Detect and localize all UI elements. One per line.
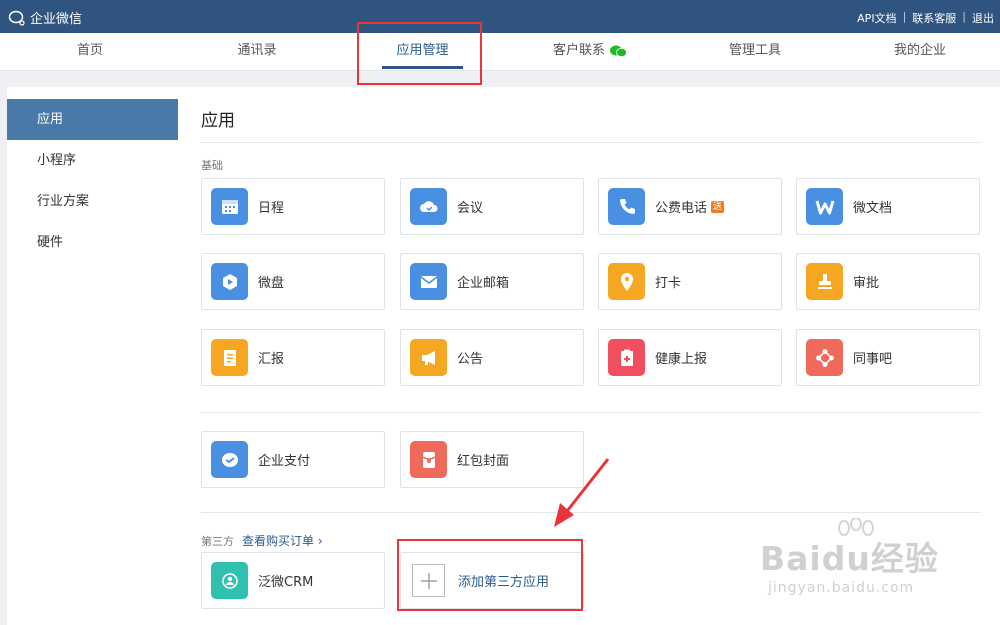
app-name: 公费电话 bbox=[655, 201, 708, 216]
sidebar-item-mini-programs[interactable]: 小程序 bbox=[7, 140, 178, 181]
divider bbox=[201, 142, 981, 143]
network-icon bbox=[806, 339, 843, 376]
sidebar-item-industry-solutions[interactable]: 行业方案 bbox=[7, 181, 178, 222]
app-name: 企业邮箱 bbox=[457, 276, 510, 291]
logout-link[interactable]: 退出 bbox=[966, 10, 1000, 26]
app-card-report[interactable]: 汇报 bbox=[201, 329, 385, 386]
divider bbox=[201, 412, 981, 413]
tab-label: 客户联系 bbox=[552, 43, 605, 58]
app-card-enterprise-payment[interactable]: 企业支付 bbox=[201, 431, 385, 488]
calendar-icon bbox=[211, 188, 248, 225]
tab-my-enterprise[interactable]: 我的企业 bbox=[870, 33, 970, 71]
logo[interactable]: 企业微信 bbox=[8, 8, 82, 27]
health-icon bbox=[608, 339, 645, 376]
annotation-arrow-icon bbox=[554, 458, 610, 527]
tab-management-tools[interactable]: 管理工具 bbox=[705, 33, 805, 71]
red-packet-icon bbox=[410, 441, 447, 478]
app-card-drive[interactable]: 微盘 bbox=[201, 253, 385, 310]
logo-text: 企业微信 bbox=[30, 12, 83, 27]
app-name: 汇报 bbox=[258, 352, 285, 367]
megaphone-icon bbox=[410, 339, 447, 376]
app-card-schedule[interactable]: 日程 bbox=[201, 178, 385, 235]
wework-logo-icon bbox=[8, 10, 25, 26]
contact-support-link[interactable]: 联系客服 bbox=[906, 10, 962, 26]
separator: | bbox=[962, 10, 966, 23]
app-card-colleague-circle[interactable]: 同事吧 bbox=[796, 329, 980, 386]
sidebar: 应用 小程序 行业方案 硬件 bbox=[7, 87, 178, 625]
phone-icon bbox=[608, 188, 645, 225]
doc-w-icon bbox=[806, 188, 843, 225]
app-name: 同事吧 bbox=[853, 352, 893, 367]
cloud-icon bbox=[410, 188, 447, 225]
app-name: 打卡 bbox=[655, 276, 682, 291]
app-name: 会议 bbox=[457, 201, 484, 216]
gift-badge: 送 bbox=[711, 200, 725, 213]
top-bar: 企业微信 API文档 | 联系客服 | 退出 bbox=[0, 0, 1000, 33]
tab-label: 通讯录 bbox=[237, 43, 277, 58]
app-card-wedoc[interactable]: 微文档 bbox=[796, 178, 980, 235]
app-card-checkin[interactable]: 打卡 bbox=[598, 253, 782, 310]
app-card-meeting[interactable]: 会议 bbox=[400, 178, 584, 235]
orders-link-label: 查看购买订单 bbox=[242, 534, 315, 548]
section-label-basic: 基础 bbox=[201, 159, 223, 172]
payment-icon bbox=[211, 441, 248, 478]
main-nav: 首页 通讯录 应用管理 客户联系 管理工具 我的企业 bbox=[0, 33, 1000, 71]
location-pin-icon bbox=[608, 263, 645, 300]
report-icon bbox=[211, 339, 248, 376]
watermark-text: Baidu经验 bbox=[760, 539, 939, 578]
app-name: 泛微CRM bbox=[258, 575, 314, 590]
sidebar-item-hardware[interactable]: 硬件 bbox=[7, 222, 178, 263]
highlight-box-tab bbox=[357, 22, 482, 85]
section-label-third-party: 第三方 查看购买订单 › bbox=[201, 532, 323, 549]
sidebar-item-apps[interactable]: 应用 bbox=[7, 99, 178, 140]
drive-icon bbox=[211, 263, 248, 300]
app-name: 微盘 bbox=[258, 276, 285, 291]
app-card-weaver-crm[interactable]: 泛微CRM bbox=[201, 552, 385, 609]
app-name: 企业支付 bbox=[258, 454, 311, 469]
app-name: 公告 bbox=[457, 352, 484, 367]
app-card-announcement[interactable]: 公告 bbox=[400, 329, 584, 386]
watermark: Baidu经验 jingyan.baidu.com bbox=[760, 518, 960, 608]
mail-icon bbox=[410, 263, 447, 300]
stamp-icon bbox=[806, 263, 843, 300]
tab-label: 我的企业 bbox=[893, 43, 946, 58]
app-card-approval[interactable]: 审批 bbox=[796, 253, 980, 310]
top-links: API文档 | 联系客服 | 退出 bbox=[851, 10, 1000, 26]
app-card-health-report[interactable]: 健康上报 bbox=[598, 329, 782, 386]
app-name: 日程 bbox=[258, 201, 285, 216]
tab-label: 管理工具 bbox=[728, 43, 781, 58]
crm-icon bbox=[211, 562, 248, 599]
third-party-label: 第三方 bbox=[201, 535, 234, 548]
page-title: 应用 bbox=[201, 111, 235, 131]
app-name: 微文档 bbox=[853, 201, 893, 216]
app-card-mail[interactable]: 企业邮箱 bbox=[400, 253, 584, 310]
tab-home[interactable]: 首页 bbox=[40, 33, 140, 71]
app-card-public-phone[interactable]: 公费电话送 bbox=[598, 178, 782, 235]
app-name: 健康上报 bbox=[655, 352, 708, 367]
app-name: 审批 bbox=[853, 276, 880, 291]
separator: | bbox=[902, 10, 907, 23]
watermark-url: jingyan.baidu.com bbox=[768, 580, 915, 596]
highlight-box-add-app bbox=[397, 539, 583, 611]
wechat-icon bbox=[610, 45, 627, 57]
view-orders-link[interactable]: 查看购买订单 › bbox=[242, 534, 323, 548]
api-docs-link[interactable]: API文档 bbox=[851, 10, 902, 26]
tab-contacts[interactable]: 通讯录 bbox=[207, 33, 307, 71]
tab-label: 首页 bbox=[76, 43, 103, 58]
app-name: 红包封面 bbox=[457, 454, 510, 469]
tab-customer-contact[interactable]: 客户联系 bbox=[540, 33, 640, 71]
